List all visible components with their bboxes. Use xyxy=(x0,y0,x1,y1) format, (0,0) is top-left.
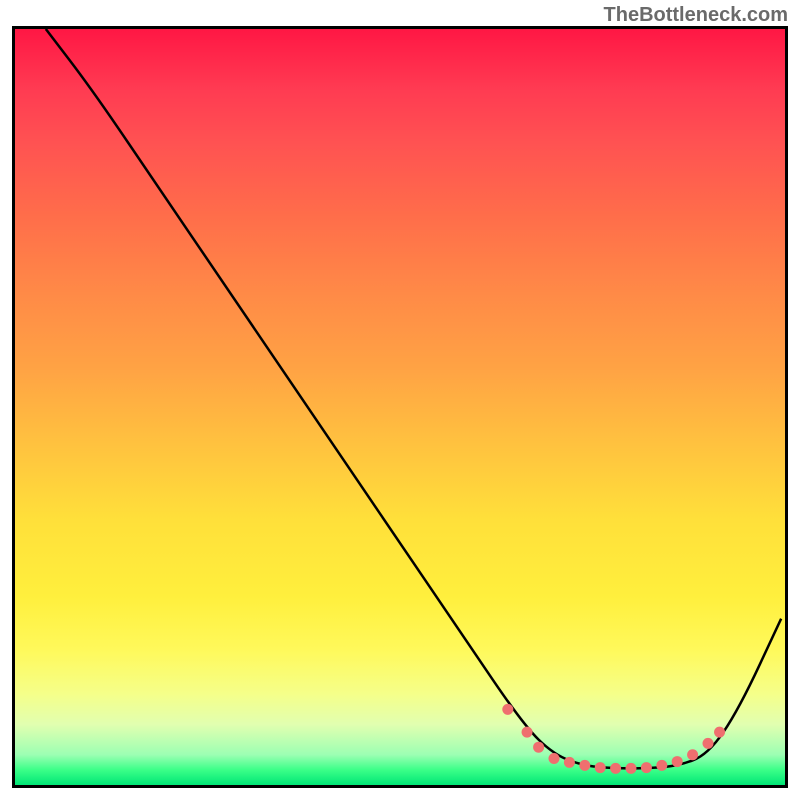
plot-area xyxy=(12,26,788,788)
chart-container xyxy=(12,26,788,788)
dot xyxy=(610,763,621,774)
dot xyxy=(579,760,590,771)
dot xyxy=(502,704,513,715)
chart-svg xyxy=(15,29,785,785)
watermark-text: TheBottleneck.com xyxy=(604,4,788,27)
dot xyxy=(522,727,533,738)
dot xyxy=(656,760,667,771)
dot xyxy=(714,727,725,738)
dot xyxy=(687,749,698,760)
optimal-zone-dots xyxy=(502,704,725,774)
dot xyxy=(626,763,637,774)
dot xyxy=(549,753,560,764)
dot xyxy=(533,742,544,753)
dot xyxy=(703,738,714,749)
dot xyxy=(672,756,683,767)
bottleneck-curve xyxy=(46,29,781,768)
dot xyxy=(595,762,606,773)
dot xyxy=(641,762,652,773)
curve-path xyxy=(46,29,781,768)
dot xyxy=(564,757,575,768)
